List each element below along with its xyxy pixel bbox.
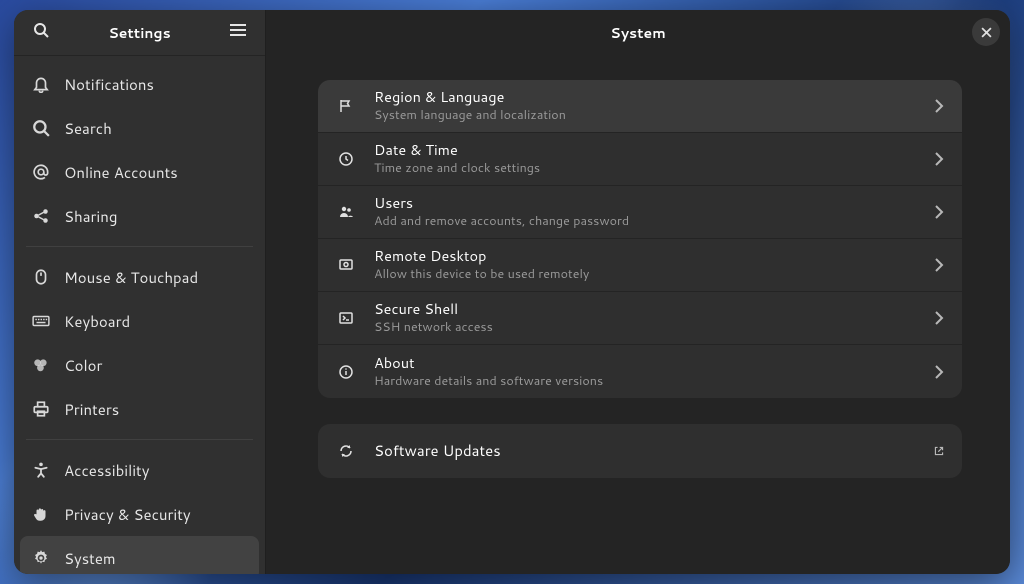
close-button[interactable] xyxy=(972,18,1000,46)
row-title: Date & Time xyxy=(374,141,930,159)
sidebar: Settings Notifications Search Online Acc… xyxy=(14,10,266,574)
sidebar-item-keyboard[interactable]: Keyboard xyxy=(20,299,259,343)
row-about[interactable]: About Hardware details and software vers… xyxy=(318,345,962,398)
chevron-right-icon xyxy=(930,365,948,379)
hamburger-icon xyxy=(230,21,246,44)
row-text: About Hardware details and software vers… xyxy=(374,354,930,389)
row-text: Remote Desktop Allow this device to be u… xyxy=(374,247,930,282)
sidebar-item-label: Color xyxy=(64,355,102,376)
row-sub: SSH network access xyxy=(374,319,930,335)
sidebar-item-label: Notifications xyxy=(64,74,154,95)
row-software-updates[interactable]: Software Updates xyxy=(318,424,962,478)
row-sub: Time zone and clock settings xyxy=(374,160,930,176)
sidebar-item-system[interactable]: System xyxy=(20,536,259,574)
main-panel: System Region & Language System language… xyxy=(266,10,1010,574)
chevron-right-icon xyxy=(930,152,948,166)
row-title: Software Updates xyxy=(374,442,930,461)
at-icon xyxy=(32,163,50,181)
remote-desktop-icon xyxy=(334,257,358,273)
system-group: Region & Language System language and lo… xyxy=(318,80,962,398)
close-icon xyxy=(981,21,992,44)
chevron-right-icon xyxy=(930,205,948,219)
row-sub: Allow this device to be used remotely xyxy=(374,266,930,282)
sidebar-item-notifications[interactable]: Notifications xyxy=(20,62,259,106)
info-icon xyxy=(334,364,358,380)
row-title: Users xyxy=(374,194,930,212)
sidebar-item-search[interactable]: Search xyxy=(20,106,259,150)
row-secure-shell[interactable]: Secure Shell SSH network access xyxy=(318,292,962,345)
row-sub: Hardware details and software versions xyxy=(374,373,930,389)
row-title: Remote Desktop xyxy=(374,247,930,265)
sidebar-item-privacy[interactable]: Privacy & Security xyxy=(20,492,259,536)
row-sub: System language and localization xyxy=(374,107,930,123)
sidebar-separator xyxy=(26,439,253,440)
share-icon xyxy=(32,207,50,225)
sidebar-title: Settings xyxy=(56,23,223,43)
refresh-icon xyxy=(334,443,358,459)
row-text: Secure Shell SSH network access xyxy=(374,300,930,335)
terminal-icon xyxy=(334,310,358,326)
external-link-icon xyxy=(930,444,948,458)
sidebar-item-sharing[interactable]: Sharing xyxy=(20,194,259,238)
menu-button[interactable] xyxy=(223,18,253,48)
sidebar-item-label: Sharing xyxy=(64,206,117,227)
mouse-icon xyxy=(32,268,50,286)
clock-icon xyxy=(334,151,358,167)
row-sub: Add and remove accounts, change password xyxy=(374,213,930,229)
sidebar-item-mouse[interactable]: Mouse & Touchpad xyxy=(20,255,259,299)
sidebar-item-label: Keyboard xyxy=(64,311,130,332)
chevron-right-icon xyxy=(930,258,948,272)
row-title: Secure Shell xyxy=(374,300,930,318)
main-header: System xyxy=(266,10,1010,56)
updates-group: Software Updates xyxy=(318,424,962,478)
row-title: About xyxy=(374,354,930,372)
chevron-right-icon xyxy=(930,99,948,113)
sidebar-item-color[interactable]: Color xyxy=(20,343,259,387)
row-text: Software Updates xyxy=(374,442,930,461)
chevron-right-icon xyxy=(930,311,948,325)
gear-icon xyxy=(32,549,50,567)
sidebar-item-label: Privacy & Security xyxy=(64,504,191,525)
users-icon xyxy=(334,204,358,220)
flag-icon xyxy=(334,98,358,114)
content: Region & Language System language and lo… xyxy=(266,56,1010,528)
sidebar-item-label: Search xyxy=(64,118,112,139)
search-button[interactable] xyxy=(26,18,56,48)
settings-window: Settings Notifications Search Online Acc… xyxy=(14,10,1010,574)
sidebar-item-label: Printers xyxy=(64,399,119,420)
row-text: Users Add and remove accounts, change pa… xyxy=(374,194,930,229)
sidebar-item-label: Accessibility xyxy=(64,460,150,481)
search-icon xyxy=(33,21,49,44)
sidebar-item-label: Mouse & Touchpad xyxy=(64,267,198,288)
sidebar-list: Notifications Search Online Accounts Sha… xyxy=(14,56,265,574)
row-users[interactable]: Users Add and remove accounts, change pa… xyxy=(318,186,962,239)
row-date-time[interactable]: Date & Time Time zone and clock settings xyxy=(318,133,962,186)
bell-icon xyxy=(32,75,50,93)
row-title: Region & Language xyxy=(374,88,930,106)
sidebar-item-label: System xyxy=(64,548,116,569)
page-title: System xyxy=(610,23,665,43)
accessibility-icon xyxy=(32,461,50,479)
hand-icon xyxy=(32,505,50,523)
sidebar-item-accessibility[interactable]: Accessibility xyxy=(20,448,259,492)
color-icon xyxy=(32,356,50,374)
sidebar-item-printers[interactable]: Printers xyxy=(20,387,259,431)
sidebar-item-online-accounts[interactable]: Online Accounts xyxy=(20,150,259,194)
sidebar-item-label: Online Accounts xyxy=(64,162,178,183)
search-icon xyxy=(32,119,50,137)
row-remote-desktop[interactable]: Remote Desktop Allow this device to be u… xyxy=(318,239,962,292)
printer-icon xyxy=(32,400,50,418)
sidebar-header: Settings xyxy=(14,10,265,56)
keyboard-icon xyxy=(32,312,50,330)
sidebar-separator xyxy=(26,246,253,247)
row-text: Region & Language System language and lo… xyxy=(374,88,930,123)
row-region-language[interactable]: Region & Language System language and lo… xyxy=(318,80,962,133)
row-text: Date & Time Time zone and clock settings xyxy=(374,141,930,176)
